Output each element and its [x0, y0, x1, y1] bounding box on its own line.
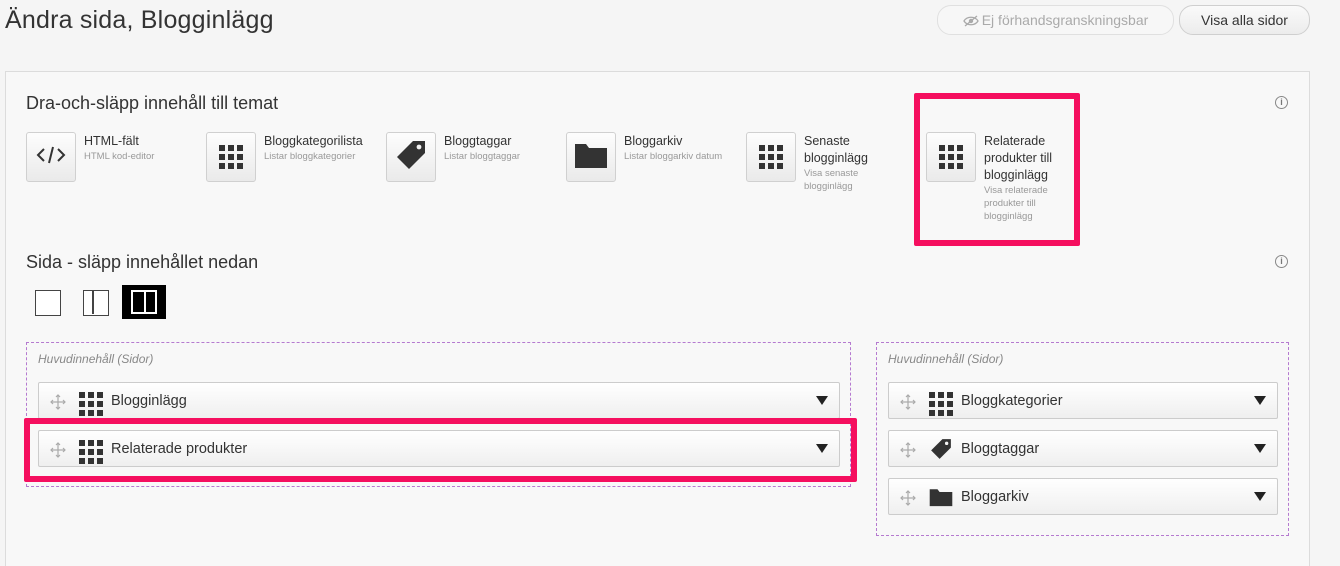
page-title: Ändra sida, Blogginlägg — [5, 6, 274, 34]
dragdrop-title: Dra-och-släpp innehåll till temat — [26, 93, 279, 113]
code-icon — [36, 144, 66, 171]
info-icon[interactable]: i — [1275, 255, 1288, 268]
chevron-down-icon[interactable] — [1254, 444, 1266, 453]
chevron-down-icon[interactable] — [816, 396, 828, 405]
widget-blog-archive-box[interactable] — [566, 132, 616, 182]
chevron-down-icon[interactable] — [1254, 492, 1266, 501]
grid-icon — [759, 145, 783, 169]
grid-icon — [79, 440, 103, 464]
content-block[interactable]: Bloggarkiv — [888, 478, 1278, 515]
preview-button[interactable]: Ej förhandsgranskningsbar — [937, 5, 1174, 35]
move-icon[interactable] — [900, 490, 916, 511]
content-block[interactable]: Bloggkategorier — [888, 382, 1278, 419]
layout-two-column-wide-button[interactable] — [122, 285, 166, 319]
dropzone-label: Huvudinnehåll (Sidor) — [38, 352, 154, 366]
widget-desc: Listar bloggtaggar — [444, 151, 521, 162]
dropzone-label: Huvudinnehåll (Sidor) — [888, 352, 1004, 366]
page-section-title: Sida - släpp innehållet nedan — [26, 252, 259, 272]
widget-title: Bloggkategorilista — [264, 134, 363, 148]
widget-title: HTML-fält — [84, 134, 139, 148]
move-icon[interactable] — [900, 442, 916, 463]
preview-button-label: Ej förhandsgranskningsbar — [981, 12, 1149, 28]
content-panel: Dra-och-släpp innehåll till temat i HTML… — [5, 71, 1310, 566]
move-icon[interactable] — [900, 394, 916, 415]
widget-desc: Listar bloggkategorier — [264, 151, 356, 162]
tag-icon — [929, 437, 953, 466]
content-block[interactable]: Bloggtaggar — [888, 430, 1278, 467]
dropzone-side[interactable]: Huvudinnehåll (Sidor) Bloggkategorier Bl… — [876, 342, 1289, 536]
layout-single-column-button[interactable] — [35, 290, 61, 316]
folder-icon — [574, 141, 608, 174]
widget-blog-category-list-box[interactable] — [206, 132, 256, 182]
block-label: Bloggarkiv — [961, 489, 1029, 505]
chevron-down-icon[interactable] — [1254, 396, 1266, 405]
widget-title: Bloggtaggar — [444, 134, 512, 148]
widget-title: Relaterade produkter till blogginlägg — [984, 134, 1053, 182]
widget-html-field-box[interactable] — [26, 132, 76, 182]
block-label: Bloggtaggar — [961, 441, 1040, 457]
widget-desc: Visa senaste blogginlägg — [804, 168, 859, 192]
block-label: Relaterade produkter — [111, 441, 248, 457]
widget-blog-tags-box[interactable] — [386, 132, 436, 182]
widget-desc: Listar bloggarkiv datum — [624, 151, 723, 162]
grid-icon — [929, 392, 953, 416]
move-icon[interactable] — [50, 442, 66, 463]
show-all-pages-button[interactable]: Visa alla sidor — [1179, 5, 1310, 35]
content-block[interactable]: Blogginlägg — [38, 382, 840, 419]
widget-latest-posts-box[interactable] — [746, 132, 796, 182]
widget-related-products-box[interactable] — [926, 132, 976, 182]
dropzone-main[interactable]: Huvudinnehåll (Sidor) Blogginlägg Relate… — [26, 342, 851, 487]
chevron-down-icon[interactable] — [816, 444, 828, 453]
tag-icon — [394, 138, 428, 177]
widget-desc: Visa relaterade produkter till blogginlä… — [984, 185, 1048, 222]
move-icon[interactable] — [50, 394, 66, 415]
grid-icon — [939, 145, 963, 169]
folder-icon — [929, 487, 953, 512]
info-icon[interactable]: i — [1275, 96, 1288, 109]
block-label: Bloggkategorier — [961, 393, 1063, 409]
layout-two-column-button[interactable] — [83, 290, 109, 316]
grid-icon — [219, 145, 243, 169]
widget-desc: HTML kod-editor — [84, 151, 155, 162]
content-block[interactable]: Relaterade produkter — [38, 430, 840, 467]
widget-title: Bloggarkiv — [624, 134, 683, 148]
widget-title: Senaste blogginlägg — [804, 134, 868, 165]
block-label: Blogginlägg — [111, 393, 187, 409]
eye-slash-icon — [962, 8, 979, 36]
grid-icon — [79, 392, 103, 416]
